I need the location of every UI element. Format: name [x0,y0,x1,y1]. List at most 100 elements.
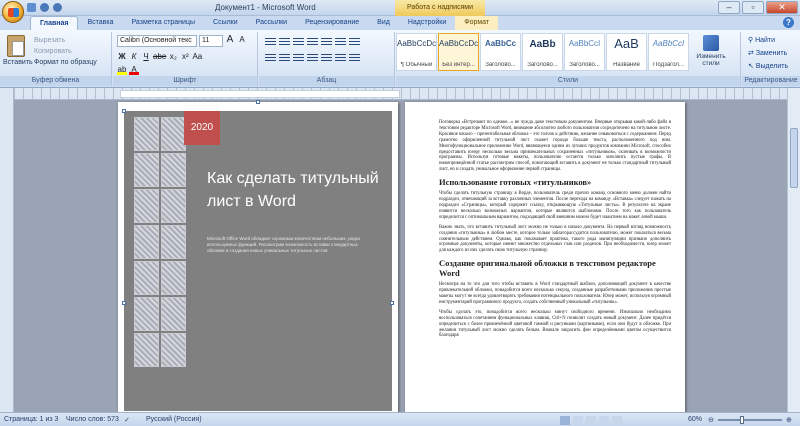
style-heading-3[interactable]: AaBbCcI Заголово... [564,33,605,71]
highlight-icon[interactable]: ab [117,65,127,75]
show-marks-icon[interactable] [349,38,360,47]
article-paragraph[interactable]: Несмотря на то что для того чтобы встави… [439,282,671,306]
zoom-slider[interactable] [718,416,782,424]
vertical-ruler[interactable] [0,88,14,412]
select-button[interactable]: ↖ Выделить [748,60,788,73]
save-icon[interactable] [27,3,36,12]
style-heading-2[interactable]: AaBb Заголово... [522,33,563,71]
office-button[interactable] [2,1,24,23]
justify-icon[interactable] [307,54,318,63]
tab-insert[interactable]: Вставка [78,16,122,30]
font-name-field[interactable]: Calibri (Основной текс [117,35,197,47]
align-right-icon[interactable] [293,54,304,63]
horizontal-ruler[interactable] [14,88,800,100]
style-subtitle[interactable]: AaBbCcI Подзагол... [648,33,689,71]
cut-button[interactable]: Вырезать [34,35,97,46]
style-heading-1[interactable]: AaBbCc Заголово... [480,33,521,71]
bold-button[interactable]: Ж [117,52,127,62]
zoom-slider-knob[interactable] [740,416,744,424]
grow-font-icon[interactable]: A [225,35,235,45]
line-spacing-icon[interactable] [321,54,332,63]
tab-view[interactable]: Вид [368,16,399,30]
underline-button[interactable]: Ч [141,52,151,62]
tab-references[interactable]: Ссылки [204,16,247,30]
styles-group-label: Стили [396,76,740,86]
tab-page-layout[interactable]: Разметка страницы [123,16,205,30]
increase-indent-icon[interactable] [321,38,332,47]
subscript-icon[interactable]: x₂ [168,52,178,62]
strikethrough-icon[interactable]: abe [153,52,166,62]
style-no-spacing[interactable]: AaBbCcDc Без интер... [438,33,479,71]
page-2[interactable]: Поговорка «Встречают по одежке...» не чу… [405,102,685,412]
font-size-field[interactable]: 11 [199,35,223,47]
web-layout-icon[interactable] [586,416,596,425]
draft-icon[interactable] [612,416,622,425]
multilevel-list-icon[interactable] [293,38,304,47]
change-case-icon[interactable]: Aa [192,52,202,62]
zoom-level[interactable]: 60% [688,416,702,423]
full-screen-icon[interactable] [573,416,583,425]
page-count[interactable]: Страница: 1 из 3 [4,416,58,423]
redo-icon[interactable] [53,3,62,12]
superscript-icon[interactable]: x² [180,52,190,62]
decrease-indent-icon[interactable] [307,38,318,47]
format-painter-button[interactable]: Формат по образцу [34,57,97,68]
cover-title[interactable]: Как сделать титульный лист в Word [207,167,387,213]
resize-handle[interactable] [256,100,260,104]
scrollbar-thumb[interactable] [790,128,798,188]
numbering-icon[interactable] [279,38,290,47]
page-1[interactable]: 2020 Как сделать титульный лист в Word M… [118,100,398,412]
vertical-scrollbar[interactable] [787,88,800,412]
paste-label: Вставить [3,59,33,66]
language-indicator[interactable]: Русский (Россия) [146,416,202,423]
tab-home[interactable]: Главная [30,16,79,30]
resize-handle[interactable] [122,109,126,113]
spellcheck-icon[interactable]: ✓ [124,416,130,424]
article-paragraph[interactable]: Важно знать, что вставить титульный лист… [439,225,671,255]
tab-mailings[interactable]: Рассылки [247,16,296,30]
shrink-font-icon[interactable]: A [237,35,247,45]
find-button[interactable]: ⚲ Найти [748,34,788,47]
resize-handle[interactable] [390,301,394,305]
style-normal[interactable]: AaBbCcDc ¶ Обычный [396,33,437,71]
paste-button[interactable]: Вставить [3,35,33,66]
article-heading[interactable]: Использование готовых «титульников» [439,177,671,187]
change-styles-button[interactable]: Изменить стили [690,33,732,71]
help-icon[interactable]: ? [783,17,794,28]
sort-icon[interactable] [335,38,346,47]
minimize-icon[interactable]: – [718,1,740,14]
shading-icon[interactable] [335,54,346,63]
copy-button[interactable]: Копировать [34,46,97,57]
window-title: Документ1 - Microsoft Word [215,3,316,12]
align-center-icon[interactable] [279,54,290,63]
cover-year[interactable]: 2020 [184,111,220,145]
print-layout-icon[interactable] [560,416,570,425]
tab-addins[interactable]: Надстройки [399,16,455,30]
close-icon[interactable]: ✕ [766,1,798,14]
align-left-icon[interactable] [265,54,276,63]
article-paragraph[interactable]: Чтобы сделать это, понадобится всего нес… [439,310,671,340]
borders-icon[interactable] [349,54,360,63]
grid-tile [134,117,159,151]
style-title[interactable]: AaB Название [606,33,647,71]
tab-format[interactable]: Формат [455,16,499,30]
italic-button[interactable]: К [129,52,139,62]
cover-page-textbox[interactable]: 2020 Как сделать титульный лист в Word M… [124,111,392,411]
zoom-in-icon[interactable]: ⊕ [786,416,792,424]
outline-icon[interactable] [599,416,609,425]
font-color-icon[interactable]: A [129,65,139,75]
document-workspace[interactable]: 2020 Как сделать титульный лист в Word M… [0,88,800,412]
ruler-text-area[interactable] [120,90,400,98]
cover-subtitle[interactable]: Microsoft Office Word обладает огромным … [207,236,375,254]
tab-review[interactable]: Рецензирование [296,16,368,30]
zoom-out-icon[interactable]: ⊖ [708,416,714,424]
article-heading[interactable]: Создание оригинальной обложки в текстово… [439,258,671,278]
replace-button[interactable]: ⇄ Заменить [748,47,788,60]
article-paragraph[interactable]: Чтобы сделать титульную страницу в Ворде… [439,191,671,221]
undo-icon[interactable] [40,3,49,12]
article-paragraph[interactable]: Поговорка «Встречают по одежке...» не чу… [439,120,671,173]
resize-handle[interactable] [122,301,126,305]
bullets-icon[interactable] [265,38,276,47]
maximize-icon[interactable]: ▫ [742,1,764,14]
word-count[interactable]: Число слов: 573 [66,416,119,423]
